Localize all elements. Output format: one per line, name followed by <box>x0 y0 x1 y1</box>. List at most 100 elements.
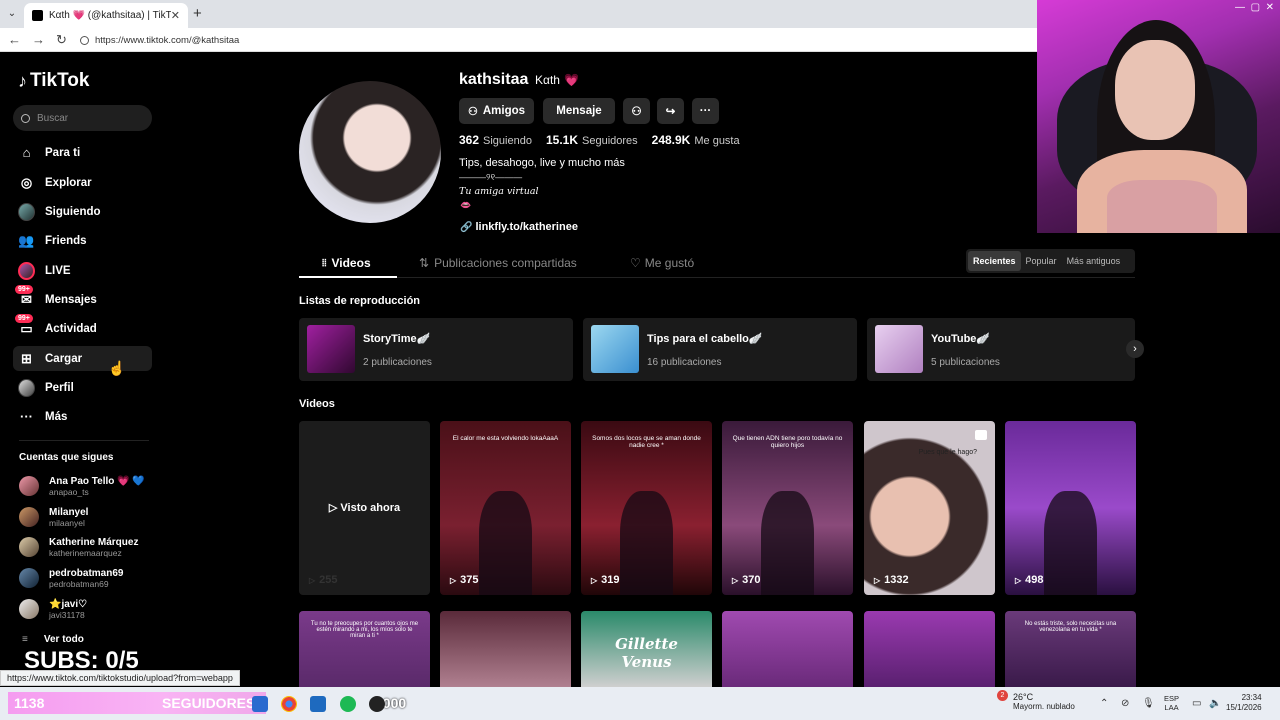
tray-chevron-icon[interactable]: ⌃ <box>1100 698 1108 709</box>
activity-icon: ▭ 99+ <box>15 314 35 337</box>
video-caption: Gillette Venus <box>615 635 678 671</box>
following-account-item[interactable]: Milanyel milaanyel <box>19 504 88 530</box>
tab-videos[interactable]: ⦙⦙ Videos <box>322 256 371 270</box>
tabs-divider <box>299 277 1135 278</box>
playlist-card[interactable]: YouTube🪽 5 publicaciones <box>867 318 1135 381</box>
more-options-icon[interactable]: ··· <box>692 98 719 124</box>
playlist-card[interactable]: StoryTime🪽 2 publicaciones <box>299 318 573 381</box>
network-off-icon[interactable]: ⊘ <box>1121 698 1129 709</box>
video-card[interactable]: Gillette Venus <box>581 611 712 687</box>
obs-icon[interactable] <box>369 696 385 712</box>
video-card[interactable]: ▷ 498 <box>1005 421 1136 595</box>
tab-search-chevron-icon[interactable]: ⌄ <box>4 6 20 22</box>
account-handle: anapao_ts <box>49 486 89 497</box>
spotify-icon[interactable] <box>340 696 356 712</box>
nickname-text: Kαth <box>535 73 560 87</box>
search-icon <box>21 113 30 123</box>
sidebar-item-cargar[interactable]: ⊞ Cargar <box>13 346 152 371</box>
sidebar-item-label: Mensajes <box>45 293 97 306</box>
friends-button[interactable]: ⚇ Amigos <box>459 98 534 124</box>
system-clock[interactable]: 23:34 15/1/2026 <box>1226 693 1262 713</box>
video-card[interactable] <box>440 611 571 687</box>
video-card[interactable]: El calor me esta volviendo lokaAaaA ▷ 375 <box>440 421 571 595</box>
search-input[interactable]: Buscar <box>13 105 152 131</box>
tab-liked-label: Me gustó <box>644 256 695 270</box>
video-card[interactable]: Que tienen ADN tiene poro todavía no qui… <box>722 421 853 595</box>
microphone-icon[interactable]: 🎙 <box>1142 698 1155 709</box>
sort-popular-button[interactable]: Popular <box>1021 251 1062 271</box>
add-friend-icon[interactable]: ⚇ <box>623 98 650 124</box>
chevron-right-icon[interactable]: › <box>1126 340 1144 358</box>
sidebar-item-mas[interactable]: ··· Más <box>13 404 152 429</box>
following-stat[interactable]: 362 Siguiendo <box>459 133 532 147</box>
clock-time: 23:34 <box>1241 693 1262 702</box>
video-card[interactable]: Tu no te preocupes por cuantos ojos me e… <box>299 611 430 687</box>
view-count-value: 370 <box>742 574 761 586</box>
url-field[interactable]: https://www.tiktok.com/@kathsitaa <box>80 32 1030 49</box>
bio-emoji: 👄 <box>460 200 472 210</box>
home-icon: ⌂ <box>22 145 31 160</box>
sidebar-item-explorar[interactable]: ◎ Explorar <box>13 170 152 195</box>
watched-now-overlay: ▷ Visto ahora <box>328 502 401 514</box>
window-controls-icon[interactable]: — ▢ ✕ <box>1235 2 1274 13</box>
see-all-accounts-link[interactable]: ≡ Ver todo <box>22 634 84 645</box>
follower-count: 1138 <box>14 695 45 711</box>
video-card[interactable] <box>864 611 995 687</box>
tiktok-logo[interactable]: ♪ TikTok <box>18 70 89 92</box>
back-arrow-icon[interactable]: ← <box>8 32 21 47</box>
volume-icon[interactable]: 🔈 <box>1209 698 1221 709</box>
play-icon: ▷ <box>450 575 457 585</box>
share-icon[interactable]: ↪ <box>657 98 684 124</box>
browser-tab-strip: ⌄ Kαth 💗 (@kathsitaa) | TikTok ✕ + <box>0 0 1040 28</box>
sidebar-item-live[interactable]: LIVE <box>13 258 152 283</box>
followers-stat[interactable]: 15.1K Seguidores <box>546 133 638 147</box>
following-account-item[interactable]: Ana Pao Tello 💗 💙 anapao_ts <box>19 473 145 499</box>
tiktok-note-icon: ♪ <box>18 70 27 91</box>
display-icon[interactable]: ▭ <box>1192 698 1201 709</box>
language-indicator[interactable]: ESP LAA <box>1164 694 1179 712</box>
following-account-item[interactable]: pedrobatman69 pedrobatman69 <box>19 565 123 591</box>
profile-link[interactable]: 🔗 linkfly.to/katherinee <box>460 221 578 233</box>
close-tab-icon[interactable]: ✕ <box>171 9 180 22</box>
video-card[interactable]: Pues que le hago? ▷ 1332 <box>864 421 995 595</box>
playlist-thumbnail <box>875 325 923 373</box>
tab-reposts[interactable]: ⇅ Publicaciones compartidas <box>419 256 577 270</box>
browser-tab-active[interactable]: Kαth 💗 (@kathsitaa) | TikTok ✕ <box>24 3 188 28</box>
sidebar-item-mensajes[interactable]: ✉ 99+ Mensajes <box>13 285 152 312</box>
video-thumbnail-figure <box>479 490 532 595</box>
sidebar-item-friends[interactable]: 👥 Friends <box>13 228 152 253</box>
logo-text: TikTok <box>30 70 90 91</box>
sidebar-item-perfil[interactable]: Perfil <box>13 375 152 400</box>
video-card[interactable]: No estás triste, solo necesitas una vene… <box>1005 611 1136 687</box>
reload-icon[interactable]: ↻ <box>56 32 67 48</box>
sidebar-item-label: Siguiendo <box>45 205 101 218</box>
playlist-card[interactable]: Tips para el cabello🪽 16 publicaciones <box>583 318 857 381</box>
chrome-icon[interactable] <box>281 696 297 712</box>
tab-liked[interactable]: ♡ Me gustó <box>630 256 694 270</box>
account-name: Katherine Márquez <box>49 536 139 548</box>
playlist-thumbnail <box>591 325 639 373</box>
site-info-icon[interactable] <box>80 36 89 45</box>
sort-recent-button[interactable]: Recientes <box>968 251 1021 271</box>
video-card[interactable]: Somos dos locos que se aman donde nadie … <box>581 421 712 595</box>
repost-icon: ⇅ <box>419 256 430 270</box>
weather-widget[interactable]: 26°C Mayorm. nublado <box>1013 692 1075 712</box>
new-tab-button[interactable]: + <box>193 5 202 22</box>
view-count-value: 255 <box>319 574 338 586</box>
store-icon[interactable] <box>310 696 326 712</box>
following-count: 362 <box>459 133 480 147</box>
sidebar-item-siguiendo[interactable]: Siguiendo <box>13 199 152 224</box>
taskbar-app-icon[interactable] <box>252 696 268 712</box>
following-account-item[interactable]: ⭐javi♡ javi31178 <box>19 596 87 622</box>
profile-avatar-icon <box>18 378 35 397</box>
sidebar-item-para-ti[interactable]: ⌂ Para ti <box>13 140 152 165</box>
playlist-name: StoryTime🪽 <box>363 333 431 345</box>
following-account-item[interactable]: Katherine Márquez katherinemaarquez <box>19 534 138 560</box>
forward-arrow-icon[interactable]: → <box>32 32 45 47</box>
sort-oldest-button[interactable]: Más antiguos <box>1062 251 1126 271</box>
view-count: ▷ 319 <box>591 574 620 586</box>
video-card[interactable]: ▷ Visto ahora ▷ 255 <box>299 421 430 595</box>
video-card[interactable] <box>722 611 853 687</box>
message-button[interactable]: Mensaje <box>543 98 615 124</box>
sidebar-item-actividad[interactable]: ▭ 99+ Actividad <box>13 314 152 341</box>
